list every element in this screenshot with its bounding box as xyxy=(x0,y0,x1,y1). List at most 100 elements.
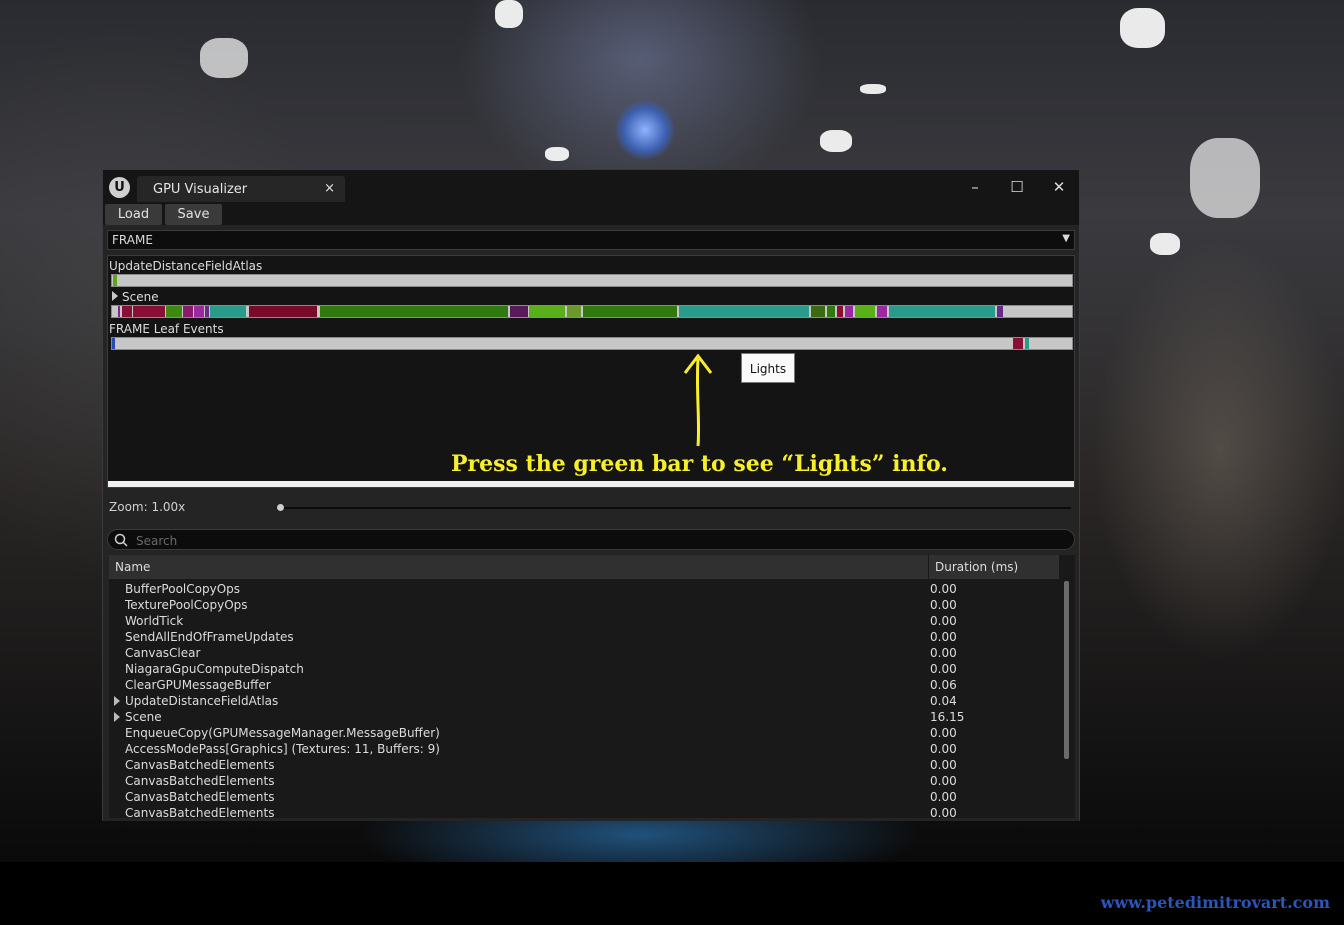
table-row[interactable]: CanvasBatchedElements 0.00 xyxy=(109,805,1059,818)
row-name: CanvasBatchedElements xyxy=(125,790,275,804)
row-name: ClearGPUMessageBuffer xyxy=(125,678,271,692)
expand-triangle-icon[interactable] xyxy=(112,291,118,301)
table-body: BufferPoolCopyOps 0.00 TexturePoolCopyOps 0… xyxy=(109,581,1059,818)
row-duration: 0.00 xyxy=(930,726,957,740)
expand-triangle-icon[interactable] xyxy=(114,712,120,722)
timeline-bar[interactable] xyxy=(1025,338,1029,349)
expand-triangle-icon[interactable] xyxy=(114,696,120,706)
save-button[interactable]: Save xyxy=(165,204,222,225)
search-icon xyxy=(114,533,128,547)
row-duration: 0.00 xyxy=(930,742,957,756)
unreal-logo-icon: U xyxy=(109,177,130,198)
row-duration: 0.00 xyxy=(930,598,957,612)
table-row[interactable]: CanvasBatchedElements 0.00 xyxy=(109,757,1059,773)
timeline-bar[interactable] xyxy=(166,306,182,317)
row-duration: 0.00 xyxy=(930,662,957,676)
window-content: FRAME ▼ UpdateDistanceFieldAtlas Scene F… xyxy=(103,225,1079,821)
table-row[interactable]: CanvasClear 0.00 xyxy=(109,645,1059,661)
timeline-bar[interactable] xyxy=(811,306,825,317)
title-bar[interactable]: U GPU Visualizer × – ☐ ✕ xyxy=(103,170,1079,204)
search-input[interactable] xyxy=(134,531,1038,550)
table-row[interactable]: AccessModePass[Graphics] (Textures: 11, … xyxy=(109,741,1059,757)
timeline-bar[interactable] xyxy=(827,306,835,317)
row-name: CanvasBatchedElements xyxy=(125,758,275,772)
close-button[interactable]: ✕ xyxy=(1047,176,1071,198)
row-duration: 0.00 xyxy=(930,790,957,804)
timeline-bar[interactable] xyxy=(997,306,1003,317)
track-update-distance-field-atlas[interactable] xyxy=(111,274,1073,287)
timeline-bar[interactable] xyxy=(845,306,853,317)
timeline-bar[interactable] xyxy=(112,338,115,349)
timeline-bar[interactable] xyxy=(210,306,246,317)
background-light xyxy=(1150,233,1180,255)
tab-close-icon[interactable]: × xyxy=(324,181,335,196)
table-row[interactable]: BufferPoolCopyOps 0.00 xyxy=(109,581,1059,597)
lights-bar[interactable] xyxy=(679,306,809,317)
table-header: Name Duration (ms) xyxy=(109,555,1059,579)
timeline-bar[interactable] xyxy=(320,306,508,317)
timeline-bar[interactable] xyxy=(583,306,677,317)
zoom-slider[interactable] xyxy=(279,507,1071,509)
maximize-button[interactable]: ☐ xyxy=(1005,176,1029,198)
track-label-frame-leaf-events: FRAME Leaf Events xyxy=(109,322,224,336)
row-name: UpdateDistanceFieldAtlas xyxy=(125,694,279,708)
zoom-slider-handle[interactable] xyxy=(277,504,284,511)
events-table: Name Duration (ms) BufferPoolCopyOps 0.00… xyxy=(109,555,1075,818)
annotation-text: Press the green bar to see “Lights” info… xyxy=(451,451,948,477)
column-divider[interactable] xyxy=(928,555,929,579)
column-header-name[interactable]: Name xyxy=(115,560,150,574)
timeline-bar[interactable] xyxy=(133,306,165,317)
timeline-bar[interactable] xyxy=(1013,338,1023,349)
track-scene[interactable] xyxy=(111,305,1073,318)
timeline-bar[interactable] xyxy=(529,306,565,317)
table-scrollbar[interactable] xyxy=(1064,581,1069,759)
table-row[interactable]: UpdateDistanceFieldAtlas 0.04 xyxy=(109,693,1059,709)
timeline-panel[interactable]: UpdateDistanceFieldAtlas Scene FRAME Lea… xyxy=(107,255,1075,488)
timeline-scrollbar[interactable] xyxy=(108,481,1074,487)
timeline-bar[interactable] xyxy=(837,306,843,317)
row-duration: 0.00 xyxy=(930,646,957,660)
background-light xyxy=(545,147,569,161)
timeline-bar[interactable] xyxy=(194,306,204,317)
timeline-bar[interactable] xyxy=(183,306,193,317)
table-row[interactable]: Scene 16.15 xyxy=(109,709,1059,725)
table-row[interactable]: EnqueueCopy(GPUMessageManager.MessageBuf… xyxy=(109,725,1059,741)
credit-text: www.petedimitrovart.com xyxy=(1100,893,1330,912)
table-row[interactable]: NiagaraGpuComputeDispatch 0.00 xyxy=(109,661,1059,677)
table-row[interactable]: SendAllEndOfFrameUpdates 0.00 xyxy=(109,629,1059,645)
timeline-bar[interactable] xyxy=(889,306,995,317)
timeline-bar[interactable] xyxy=(122,306,132,317)
table-row[interactable]: CanvasBatchedElements 0.00 xyxy=(109,773,1059,789)
timeline-bar[interactable] xyxy=(118,306,120,317)
row-name: WorldTick xyxy=(125,614,184,628)
tab-gpu-visualizer[interactable]: GPU Visualizer × xyxy=(137,176,345,202)
row-duration: 0.00 xyxy=(930,630,957,644)
table-row[interactable]: TexturePoolCopyOps 0.00 xyxy=(109,597,1059,613)
row-duration: 0.00 xyxy=(930,582,957,596)
row-name: CanvasBatchedElements xyxy=(125,806,275,818)
table-row[interactable]: ClearGPUMessageBuffer 0.06 xyxy=(109,677,1059,693)
annotation-arrow-icon xyxy=(683,353,713,447)
load-button[interactable]: Load xyxy=(105,204,162,225)
minimize-button[interactable]: – xyxy=(963,176,987,198)
timeline-bar[interactable] xyxy=(877,306,887,317)
row-duration: 16.15 xyxy=(930,710,965,724)
timeline-bar[interactable] xyxy=(113,275,117,286)
background-window-light xyxy=(1190,138,1260,218)
timeline-bar[interactable] xyxy=(510,306,528,317)
row-name: NiagaraGpuComputeDispatch xyxy=(125,662,304,676)
column-header-duration[interactable]: Duration (ms) xyxy=(935,560,1018,574)
frame-dropdown[interactable]: FRAME ▼ xyxy=(107,230,1075,250)
timeline-bar[interactable] xyxy=(567,306,581,317)
search-box[interactable] xyxy=(107,529,1075,550)
row-duration: 0.00 xyxy=(930,774,957,788)
table-row[interactable]: WorldTick 0.00 xyxy=(109,613,1059,629)
table-row[interactable]: CanvasBatchedElements 0.00 xyxy=(109,789,1059,805)
gpu-visualizer-window: U GPU Visualizer × – ☐ ✕ Load Save FRAME… xyxy=(102,169,1080,821)
track-frame-leaf-events[interactable] xyxy=(111,337,1073,350)
tab-title: GPU Visualizer xyxy=(153,182,248,197)
timeline-bar[interactable] xyxy=(249,306,317,317)
timeline-bar[interactable] xyxy=(855,306,875,317)
flower-decoration xyxy=(615,100,675,160)
timeline-bar[interactable] xyxy=(205,306,209,317)
